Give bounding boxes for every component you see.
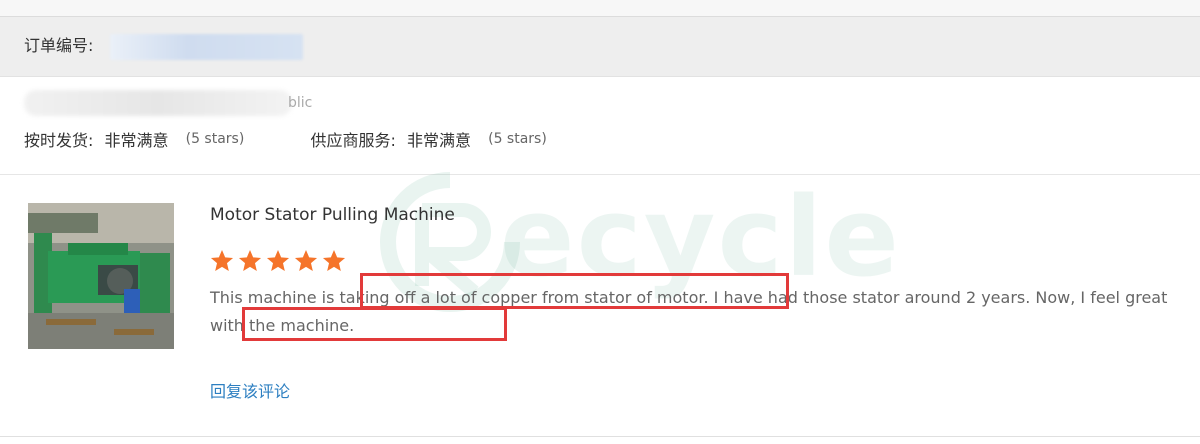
watermark-text: ecycle: [500, 173, 902, 301]
service-value: 非常满意: [407, 131, 472, 150]
delivery-value: 非常满意: [104, 131, 169, 150]
service-stars: (5 stars): [488, 131, 547, 147]
top-strip: [0, 0, 1200, 16]
ratings-row: 按时发货: 非常满意 (5 stars) 供应商服务: 非常满意 (5 star…: [24, 127, 547, 153]
product-title[interactable]: Motor Stator Pulling Machine: [210, 205, 455, 225]
review-star-rating: [209, 248, 347, 274]
product-image[interactable]: [28, 203, 174, 349]
star-icon: [322, 249, 346, 271]
star-icon: [238, 249, 262, 271]
star-icon: [210, 249, 234, 271]
review-text: This machine is taking off a lot of copp…: [210, 288, 1168, 335]
buyer-name-suffix: blic: [288, 95, 313, 111]
star-icon: [294, 249, 318, 271]
section-divider: [0, 174, 1200, 175]
delivery-stars: (5 stars): [185, 131, 245, 147]
order-number-redacted: [110, 34, 303, 60]
buyer-name: blic: [24, 90, 334, 118]
bottom-divider: [0, 436, 1200, 437]
star-icon: [266, 249, 290, 271]
reply-to-review-link[interactable]: 回复该评论: [210, 378, 290, 402]
order-number-label: 订单编号:: [24, 36, 94, 55]
product-photo-icon: [28, 203, 174, 349]
order-header: 订单编号:: [0, 16, 1200, 77]
buyer-name-redacted: [24, 90, 292, 116]
delivery-label: 按时发货:: [24, 131, 94, 150]
service-label: 供应商服务:: [310, 131, 396, 150]
review-page: 订单编号: blic 按时发货: 非常满意 (5 stars) 供应商服务: 非…: [0, 0, 1200, 444]
